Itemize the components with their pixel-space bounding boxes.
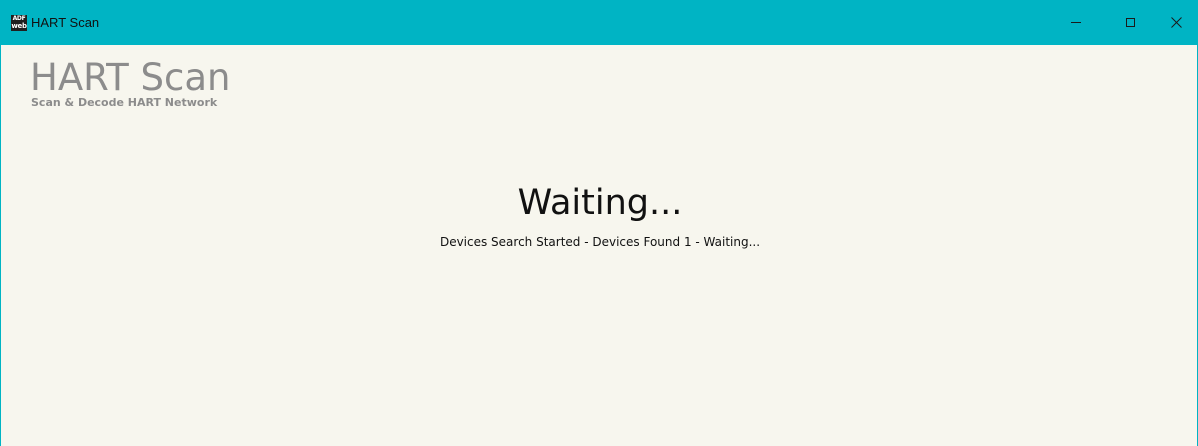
status-detail: Devices Search Started - Devices Found 1… — [439, 235, 761, 249]
app-brand-subtitle: Scan & Decode HART Network — [31, 96, 218, 109]
app-icon-top-text: ADF — [12, 15, 26, 22]
title-bar[interactable]: ADF web HART Scan — [1, 0, 1197, 45]
app-icon-bottom-text: web — [11, 22, 27, 30]
maximize-icon — [1125, 18, 1135, 27]
close-button[interactable] — [1153, 0, 1197, 45]
app-window: ADF web HART Scan HART Scan Scan & Decod… — [0, 0, 1198, 446]
adfweb-app-icon[interactable]: ADF web — [11, 15, 27, 31]
close-icon — [1170, 17, 1182, 28]
minimize-button[interactable] — [1053, 0, 1099, 45]
status-heading: Waiting... — [517, 183, 683, 223]
maximize-button[interactable] — [1107, 0, 1153, 45]
minimize-icon — [1071, 22, 1081, 23]
app-brand-title: HART Scan — [30, 56, 231, 99]
window-title: HART Scan — [31, 15, 100, 30]
